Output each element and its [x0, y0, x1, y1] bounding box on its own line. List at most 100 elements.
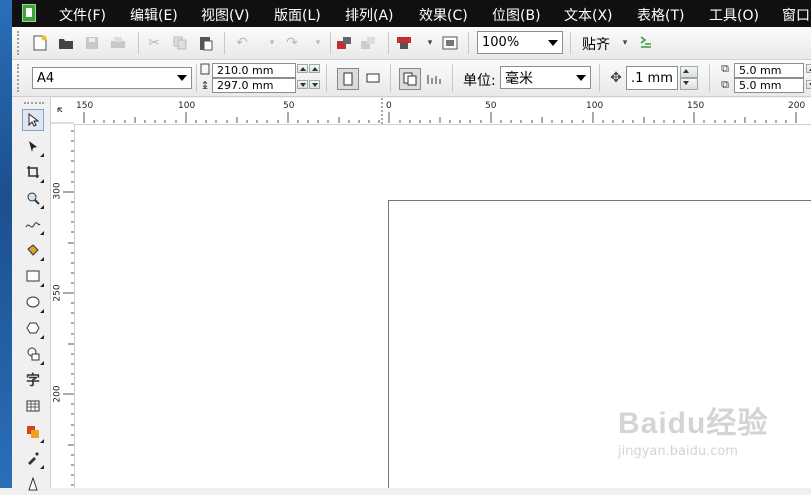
new-icon[interactable]	[30, 33, 50, 53]
options-icon[interactable]	[636, 33, 656, 53]
separator	[599, 64, 600, 92]
page-height-icon: ↨	[200, 78, 210, 92]
horizontal-ruler[interactable]: 150 100 50 0 50 100 150 200	[74, 98, 811, 125]
nudge-field[interactable]: .1 mm	[626, 66, 678, 90]
menu-layout[interactable]: 版面(L)	[274, 5, 321, 25]
portrait-button[interactable]	[337, 68, 359, 90]
current-page-button[interactable]	[424, 68, 444, 88]
menu-text[interactable]: 文本(X)	[564, 5, 613, 25]
separator	[326, 64, 327, 92]
menu-edit[interactable]: 编辑(E)	[130, 5, 178, 25]
page-width-field[interactable]: 210.0 mm	[212, 63, 296, 78]
ruler-label: 150	[687, 101, 705, 111]
toolbar-grip[interactable]	[17, 31, 23, 55]
units-select[interactable]: 毫米	[500, 66, 591, 89]
chevron-down-icon	[576, 74, 586, 81]
separator	[390, 64, 391, 92]
ellipse-tool-icon[interactable]	[22, 291, 44, 313]
menu-window[interactable]: 窗口	[782, 5, 810, 25]
toolbar-grip[interactable]	[17, 64, 23, 92]
menu-view[interactable]: 视图(V)	[201, 5, 250, 25]
zoom-value: 100%	[482, 35, 520, 50]
separator	[452, 64, 453, 92]
zoom-select[interactable]: 100%	[477, 31, 563, 54]
toolbox-grip[interactable]	[24, 102, 44, 104]
snap-dropdown-icon[interactable]: ▾	[615, 33, 635, 53]
duplicate-x-increase-button[interactable]	[806, 64, 811, 73]
ruler-label: 200	[52, 385, 63, 403]
paper-size-select[interactable]: A4	[32, 67, 192, 89]
property-bar: A4 210.0 mm ↨ 297.0 mm 单位: 毫米 ✥ .1 mm ⧉ …	[12, 60, 811, 97]
separator	[196, 64, 197, 92]
width-increase-alt-button[interactable]	[309, 64, 320, 73]
import-icon[interactable]	[334, 33, 354, 53]
ruler-label: 50	[485, 101, 497, 111]
basic-shapes-icon[interactable]	[22, 343, 44, 365]
ruler-origin[interactable]	[51, 98, 75, 125]
interactive-tool-icon[interactable]	[22, 421, 44, 443]
duplicate-y-icon: ⧉	[721, 78, 729, 91]
table-tool-icon[interactable]	[22, 395, 44, 417]
undo-icon[interactable]: ↶	[232, 33, 252, 53]
duplicate-y-decrease-button[interactable]	[806, 80, 811, 89]
cut-icon[interactable]: ✂	[144, 33, 164, 53]
zoom-tool-icon[interactable]	[22, 187, 44, 209]
duplicate-x-value: 5.0 mm	[739, 64, 782, 77]
menu-bitmaps[interactable]: 位图(B)	[492, 5, 541, 25]
crop-tool-icon[interactable]	[22, 161, 44, 183]
open-icon[interactable]	[56, 33, 76, 53]
print-icon[interactable]	[108, 33, 128, 53]
eyedropper-tool-icon[interactable]	[22, 447, 44, 469]
text-tool-icon[interactable]: 字	[22, 369, 44, 391]
duplicate-y-field[interactable]: 5.0 mm	[734, 78, 804, 93]
duplicate-x-field[interactable]: 5.0 mm	[734, 63, 804, 78]
width-increase-button[interactable]	[297, 64, 308, 73]
polygon-tool-icon[interactable]	[22, 317, 44, 339]
height-decrease-alt-button[interactable]	[309, 80, 320, 89]
separator	[138, 32, 139, 54]
nudge-decrease-button[interactable]	[680, 78, 698, 90]
undo-dropdown-icon[interactable]: ▾	[262, 33, 282, 53]
height-decrease-button[interactable]	[297, 80, 308, 89]
rectangle-tool-icon[interactable]	[22, 265, 44, 287]
publish-icon[interactable]	[394, 33, 414, 53]
separator	[224, 32, 225, 54]
landscape-button[interactable]	[363, 68, 383, 88]
outline-tool-icon[interactable]	[22, 473, 44, 495]
separator	[570, 32, 571, 54]
window-edge	[0, 0, 12, 488]
menu-tools[interactable]: 工具(O)	[709, 5, 759, 25]
app-icon[interactable]	[22, 4, 36, 22]
duplicate-y-value: 5.0 mm	[739, 79, 782, 92]
menu-effects[interactable]: 效果(C)	[419, 5, 468, 25]
separator	[468, 32, 469, 54]
menu-bar: 文件(F) 编辑(E) 视图(V) 版面(L) 排列(A) 效果(C) 位图(B…	[12, 0, 811, 27]
all-pages-button[interactable]	[399, 68, 421, 90]
publish-dropdown-icon[interactable]: ▾	[420, 33, 440, 53]
redo-icon[interactable]: ↷	[282, 33, 302, 53]
save-icon[interactable]	[82, 33, 102, 53]
ruler-label: 200	[788, 101, 806, 111]
shape-tool-icon[interactable]	[22, 135, 44, 157]
separator	[330, 32, 331, 54]
separator	[388, 32, 389, 54]
smart-fill-icon[interactable]	[22, 239, 44, 261]
freehand-tool-icon[interactable]	[22, 213, 44, 235]
menu-arrange[interactable]: 排列(A)	[345, 5, 394, 25]
snap-to-button[interactable]: 贴齐	[582, 34, 610, 54]
menu-file[interactable]: 文件(F)	[59, 5, 106, 25]
redo-dropdown-icon[interactable]: ▾	[308, 33, 328, 53]
page-height-field[interactable]: 297.0 mm	[212, 78, 296, 93]
pick-tool-icon[interactable]	[22, 109, 44, 131]
app-launcher-icon[interactable]	[440, 33, 460, 53]
menu-table[interactable]: 表格(T)	[637, 5, 684, 25]
vertical-ruler[interactable]: 300 250 200	[51, 124, 75, 488]
duplicate-x-icon: ⧉	[721, 62, 729, 75]
paste-icon[interactable]	[196, 33, 216, 53]
ruler-label: 100	[586, 101, 604, 111]
export-icon[interactable]	[358, 33, 378, 53]
nudge-increase-button[interactable]	[680, 66, 698, 78]
copy-icon[interactable]	[170, 33, 190, 53]
vertical-ruler-ticks	[63, 130, 74, 486]
standard-toolbar: ✂ ↶ ▾ ↷ ▾ ▾ 100% 贴齐 ▾	[12, 27, 811, 60]
